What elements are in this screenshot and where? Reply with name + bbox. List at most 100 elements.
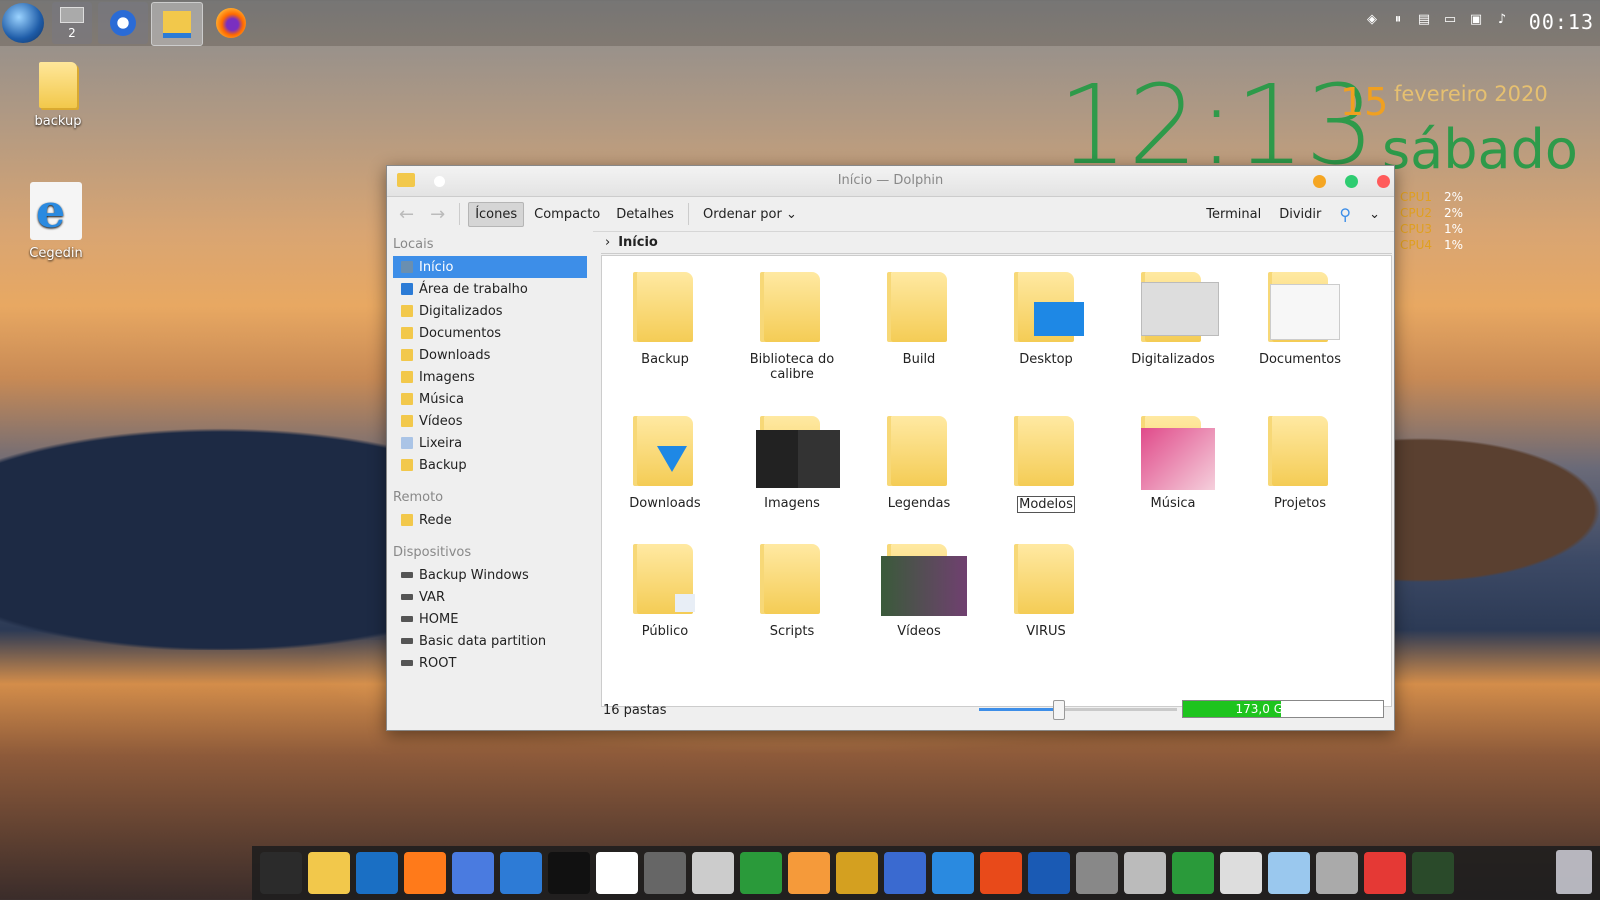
forward-icon[interactable]: → bbox=[424, 204, 451, 225]
breadcrumb[interactable]: › Início bbox=[601, 231, 1392, 254]
hp-icon[interactable] bbox=[1028, 852, 1070, 894]
file-manager-icon[interactable] bbox=[308, 852, 350, 894]
radio-icon[interactable] bbox=[836, 852, 878, 894]
netflix-icon[interactable] bbox=[548, 852, 590, 894]
id-card-icon[interactable] bbox=[1268, 852, 1310, 894]
file-item[interactable]: Projetos bbox=[1245, 416, 1355, 511]
globe-icon[interactable] bbox=[1412, 852, 1454, 894]
sidebar-item-imagens[interactable]: Imagens bbox=[393, 366, 587, 388]
back-icon[interactable]: ← bbox=[393, 204, 420, 225]
task-file-manager[interactable] bbox=[151, 2, 203, 46]
browser-icon[interactable] bbox=[932, 852, 974, 894]
minimize-button[interactable] bbox=[1313, 175, 1326, 188]
trash-icon[interactable] bbox=[1556, 850, 1592, 894]
maximize-button[interactable] bbox=[1345, 175, 1358, 188]
sidebar-item-home[interactable]: HOME bbox=[393, 608, 587, 630]
window-titlebar[interactable]: Início — Dolphin bbox=[387, 166, 1394, 197]
color-picker-icon[interactable] bbox=[740, 852, 782, 894]
desktop-icon-cegedin[interactable]: Cegedin bbox=[16, 182, 96, 261]
sidebar-item-lixeira[interactable]: Lixeira bbox=[393, 432, 587, 454]
workspace-switcher[interactable]: 2 bbox=[52, 2, 92, 44]
zoom-slider[interactable] bbox=[979, 700, 1177, 720]
view-icons-button[interactable]: Ícones bbox=[468, 201, 525, 227]
file-item[interactable]: Legendas bbox=[864, 416, 974, 511]
inkscape-icon[interactable] bbox=[692, 852, 734, 894]
clipboard-icon[interactable]: ▤ bbox=[1416, 12, 1432, 28]
close-button[interactable] bbox=[1377, 175, 1390, 188]
volume-icon[interactable]: ♪ bbox=[1494, 12, 1510, 28]
task-chromium[interactable] bbox=[98, 2, 148, 44]
file-item[interactable]: Backup bbox=[610, 272, 720, 367]
file-item[interactable]: Biblioteca do calibre bbox=[737, 272, 847, 382]
equalizer-icon[interactable] bbox=[1172, 852, 1214, 894]
telecine-icon[interactable] bbox=[596, 852, 638, 894]
sidebar-item-var[interactable]: VAR bbox=[393, 586, 587, 608]
file-item[interactable]: Desktop bbox=[991, 272, 1101, 367]
sort-button[interactable]: Ordenar por ⌄ bbox=[697, 203, 803, 226]
search-icon[interactable]: ⚲ bbox=[1333, 201, 1357, 228]
file-item[interactable]: Build bbox=[864, 272, 974, 367]
sidebar-item-downloads[interactable]: Downloads bbox=[393, 344, 587, 366]
sidebar-item-label: Início bbox=[419, 259, 454, 275]
file-item[interactable]: Scripts bbox=[737, 544, 847, 639]
terminal-button[interactable]: Terminal bbox=[1200, 203, 1267, 226]
sidebar-item-inicio[interactable]: Início bbox=[393, 256, 587, 278]
vm-icon[interactable] bbox=[1076, 852, 1118, 894]
pause-icon[interactable]: ⏸ bbox=[1390, 12, 1406, 28]
sidebar-item-area-de-trabalho[interactable]: Área de trabalho bbox=[393, 278, 587, 300]
file-item[interactable]: VIRUS bbox=[991, 544, 1101, 639]
office-icon[interactable] bbox=[980, 852, 1022, 894]
sidebar-item-videos[interactable]: Vídeos bbox=[393, 410, 587, 432]
task-firefox[interactable] bbox=[206, 2, 256, 44]
screen-recorder-icon[interactable] bbox=[1364, 852, 1406, 894]
folder-icon bbox=[1141, 272, 1219, 342]
file-item[interactable]: Documentos bbox=[1245, 272, 1355, 367]
sidebar-item-digitalizados[interactable]: Digitalizados bbox=[393, 300, 587, 322]
calculator-icon[interactable] bbox=[1124, 852, 1166, 894]
file-item[interactable]: Digitalizados bbox=[1118, 272, 1228, 367]
terminal-icon[interactable] bbox=[260, 852, 302, 894]
file-item[interactable]: Vídeos bbox=[864, 544, 974, 639]
network-folder-icon bbox=[401, 514, 413, 526]
sort-label: Ordenar por bbox=[702, 206, 782, 222]
media-icon[interactable] bbox=[884, 852, 926, 894]
file-item[interactable]: Música bbox=[1118, 416, 1228, 511]
gimp-icon[interactable] bbox=[644, 852, 686, 894]
desktop-icon bbox=[401, 283, 413, 295]
sidebar-item-rede[interactable]: Rede bbox=[393, 509, 587, 531]
chromium-icon bbox=[110, 10, 136, 36]
zoom-slider-handle[interactable] bbox=[1053, 700, 1066, 720]
panel-clock[interactable]: 00:13 bbox=[1529, 10, 1594, 34]
desktop-icon-backup[interactable]: backup bbox=[18, 62, 98, 129]
breadcrumb-current[interactable]: Início bbox=[618, 235, 658, 250]
start-menu-button[interactable] bbox=[2, 3, 44, 43]
split-button[interactable]: Dividir bbox=[1273, 203, 1327, 226]
view-details-button[interactable]: Detalhes bbox=[610, 203, 680, 226]
network-icon[interactable]: ▣ bbox=[1468, 12, 1484, 28]
display-icon[interactable]: ▭ bbox=[1442, 12, 1458, 28]
sidebar-item-backup[interactable]: Backup bbox=[393, 454, 587, 476]
peach-icon[interactable] bbox=[788, 852, 830, 894]
free-space-bar: 173,0 GiB livres bbox=[1182, 700, 1384, 718]
view-compact-button[interactable]: Compacto bbox=[528, 203, 606, 226]
sidebar-item-root[interactable]: ROOT bbox=[393, 652, 587, 674]
shield-icon[interactable]: ◈ bbox=[1364, 12, 1380, 28]
sidebar-item-basic-data-partition[interactable]: Basic data partition bbox=[393, 630, 587, 652]
file-item[interactable]: Público bbox=[610, 544, 720, 639]
search-icon[interactable] bbox=[1316, 852, 1358, 894]
file-item[interactable]: Modelos bbox=[991, 416, 1101, 513]
file-item[interactable]: Imagens bbox=[737, 416, 847, 511]
workspace-preview-icon bbox=[60, 6, 84, 23]
folder-icon bbox=[401, 415, 413, 427]
file-item[interactable]: Downloads bbox=[610, 416, 720, 511]
outlook-icon[interactable] bbox=[356, 852, 398, 894]
chromium-icon[interactable] bbox=[452, 852, 494, 894]
qbittorrent-icon[interactable] bbox=[500, 852, 542, 894]
sidebar-item-documentos[interactable]: Documentos bbox=[393, 322, 587, 344]
firefox-icon[interactable] bbox=[404, 852, 446, 894]
sidebar-item-musica[interactable]: Música bbox=[393, 388, 587, 410]
main-view: › Início Backup Biblioteca do calibre Buil… bbox=[601, 231, 1392, 730]
menu-chevron-icon[interactable]: ⌄ bbox=[1363, 203, 1386, 226]
scanner-icon[interactable] bbox=[1220, 852, 1262, 894]
sidebar-item-backup-windows[interactable]: Backup Windows bbox=[393, 564, 587, 586]
